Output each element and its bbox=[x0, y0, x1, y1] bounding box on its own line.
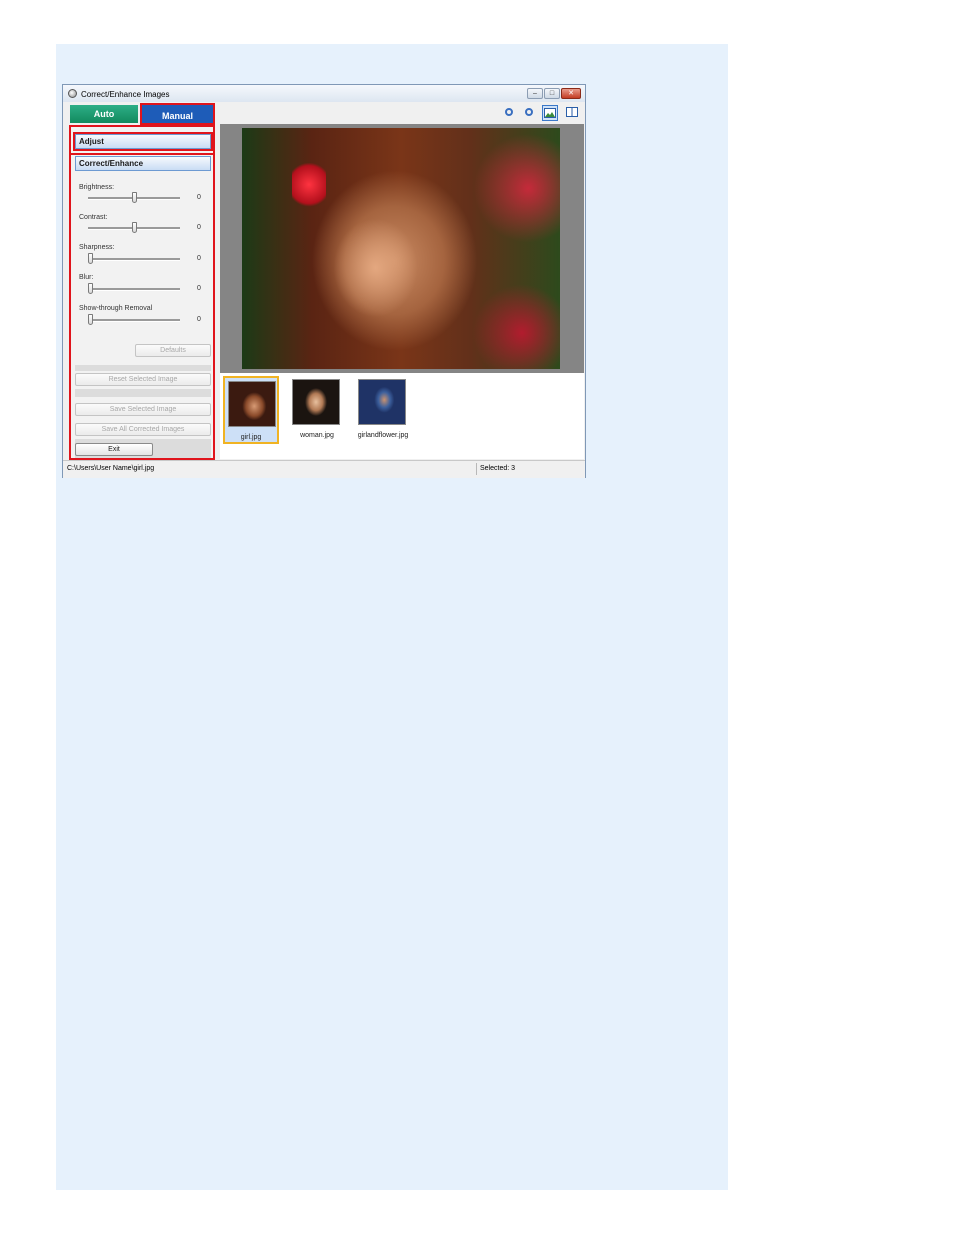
status-bar: C:\Users\User Name\girl.jpg Selected: 3 bbox=[63, 460, 585, 478]
correct-enhance-button[interactable]: Correct/Enhance bbox=[75, 156, 211, 171]
reset-selected-image-button[interactable]: Reset Selected Image bbox=[75, 373, 211, 386]
thumbnail-strip: girl.jpg woman.jpg girlandflower.jpg bbox=[220, 373, 584, 459]
blur-slider-track[interactable] bbox=[88, 288, 180, 291]
thumbnail-image bbox=[292, 379, 340, 425]
window-title: Correct/Enhance Images bbox=[81, 90, 170, 99]
thumbnail-girl[interactable]: girl.jpg bbox=[223, 376, 279, 444]
status-selected-count: Selected: 3 bbox=[480, 465, 516, 472]
thumbnail-girlandflower[interactable]: girlandflower.jpg bbox=[355, 376, 411, 444]
separator bbox=[75, 365, 211, 371]
save-selected-image-button[interactable]: Save Selected Image bbox=[75, 403, 211, 416]
title-bar: Correct/Enhance Images – □ ✕ bbox=[63, 85, 585, 102]
thumbnail-woman[interactable]: woman.jpg bbox=[289, 376, 345, 444]
preview-photo bbox=[242, 128, 560, 369]
thumbnail-caption: woman.jpg bbox=[300, 432, 334, 439]
show-through-removal-slider-thumb[interactable] bbox=[88, 314, 93, 325]
tab-auto[interactable]: Auto bbox=[70, 105, 138, 123]
thumbnail-image bbox=[228, 381, 276, 427]
manual-panel: Adjust Correct/Enhance Brightness: 0 Con… bbox=[69, 125, 215, 460]
adjust-button[interactable]: Adjust bbox=[73, 132, 213, 151]
thumbnail-image bbox=[358, 379, 406, 425]
sharpness-slider-thumb[interactable] bbox=[88, 253, 93, 264]
thumbnail-caption: girlandflower.jpg bbox=[357, 432, 409, 439]
window-controls: – □ ✕ bbox=[527, 88, 581, 99]
brightness-label: Brightness: bbox=[79, 184, 115, 191]
app-icon bbox=[68, 89, 77, 98]
contrast-label: Contrast: bbox=[79, 214, 108, 221]
separator bbox=[75, 389, 211, 397]
brightness-value: 0 bbox=[197, 194, 201, 201]
brightness-slider-thumb[interactable] bbox=[131, 192, 137, 203]
thumbnail-caption: girl.jpg bbox=[240, 434, 262, 441]
sharpness-value: 0 bbox=[197, 255, 201, 262]
zoom-in-icon[interactable] bbox=[501, 105, 517, 121]
close-button[interactable]: ✕ bbox=[561, 88, 581, 99]
exit-button[interactable]: Exit bbox=[75, 443, 153, 456]
view-toolbar bbox=[219, 102, 585, 124]
image-preview-area bbox=[220, 124, 584, 373]
defaults-button[interactable]: Defaults bbox=[135, 344, 211, 357]
correct-enhance-window: Correct/Enhance Images – □ ✕ Auto Manual… bbox=[62, 84, 586, 478]
sharpness-label: Sharpness: bbox=[79, 244, 115, 251]
status-divider bbox=[476, 463, 477, 475]
hair-flower bbox=[292, 163, 326, 211]
blur-label: Blur: bbox=[79, 274, 94, 281]
tab-manual[interactable]: Manual bbox=[140, 103, 215, 125]
sharpness-slider-track[interactable] bbox=[88, 258, 180, 261]
minimize-button[interactable]: – bbox=[527, 88, 543, 99]
blur-slider-thumb[interactable] bbox=[88, 283, 93, 294]
compare-view-icon[interactable] bbox=[564, 105, 580, 121]
zoom-out-icon[interactable] bbox=[521, 105, 537, 121]
left-panel: Auto Manual Adjust Correct/Enhance Brigh… bbox=[63, 102, 215, 460]
maximize-button[interactable]: □ bbox=[544, 88, 560, 99]
blur-value: 0 bbox=[197, 285, 201, 292]
show-through-removal-slider-track[interactable] bbox=[88, 319, 180, 322]
save-all-corrected-images-button[interactable]: Save All Corrected Images bbox=[75, 423, 211, 436]
contrast-value: 0 bbox=[197, 224, 201, 231]
correct-enhance-group: Correct/Enhance Brightness: 0 Contrast: … bbox=[71, 153, 213, 365]
show-through-removal-value: 0 bbox=[197, 316, 201, 323]
status-file-path: C:\Users\User Name\girl.jpg bbox=[67, 465, 155, 472]
contrast-slider-thumb[interactable] bbox=[131, 222, 137, 233]
whole-image-view-icon[interactable] bbox=[542, 105, 558, 121]
show-through-removal-label: Show-through Removal bbox=[79, 305, 153, 312]
